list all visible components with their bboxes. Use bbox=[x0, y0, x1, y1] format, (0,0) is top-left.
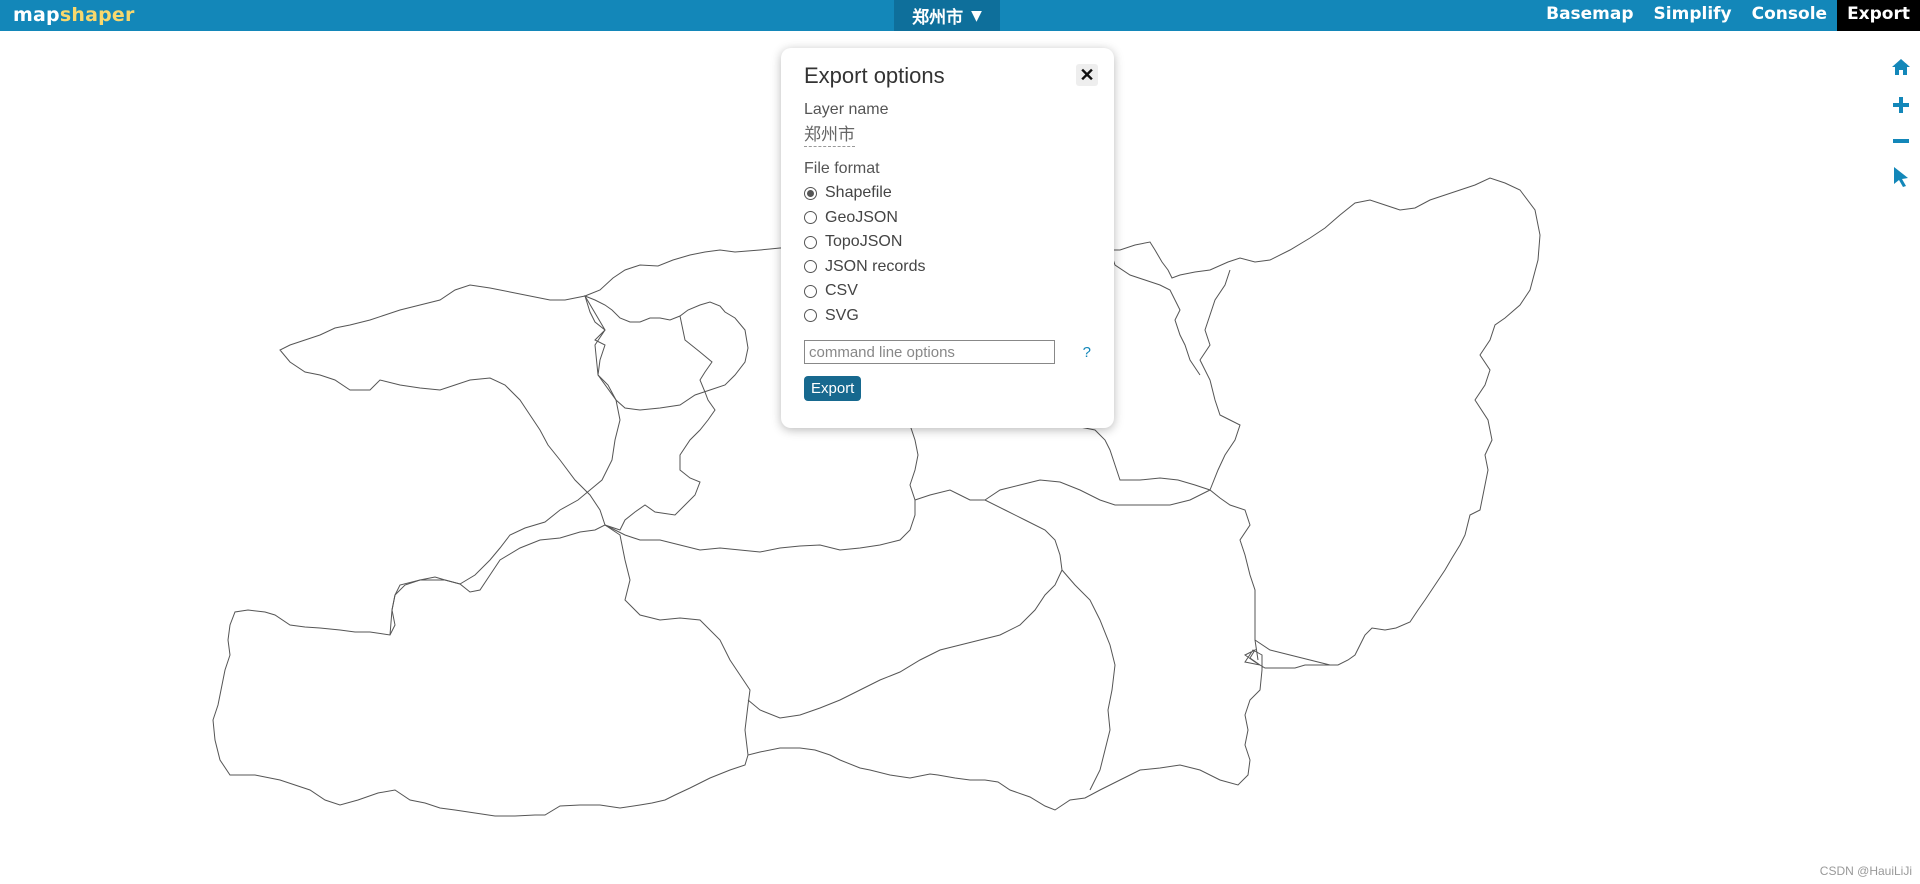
pointer-icon[interactable] bbox=[1890, 166, 1912, 188]
map-region-west bbox=[389, 295, 621, 636]
radio-checked-icon[interactable] bbox=[804, 186, 817, 200]
nav-simplify[interactable]: Simplify bbox=[1644, 0, 1742, 31]
map-border-lower-east bbox=[1254, 639, 1331, 666]
logo-part-shaper: shaper bbox=[59, 4, 135, 26]
format-radio-group: Shapefile GeoJSON TopoJSON JSON records … bbox=[804, 181, 1091, 328]
format-option-geojson[interactable]: GeoJSON bbox=[804, 206, 1091, 231]
map-border-south-center bbox=[747, 489, 1063, 719]
map-border-center bbox=[604, 315, 716, 531]
map-border-middle bbox=[604, 389, 1259, 661]
format-option-csv[interactable]: CSV bbox=[804, 279, 1091, 304]
format-label: JSON records bbox=[825, 257, 926, 275]
dialog-title: Export options bbox=[804, 63, 945, 88]
format-option-json-records[interactable]: JSON records bbox=[804, 255, 1091, 280]
mapshaper-logo[interactable]: mapshaper bbox=[13, 2, 135, 28]
radio-icon[interactable] bbox=[804, 284, 817, 298]
radio-icon[interactable] bbox=[804, 260, 817, 274]
map-region-northwest bbox=[584, 295, 749, 411]
logo-part-map: map bbox=[13, 4, 60, 26]
map-border-southeast bbox=[1061, 569, 1116, 791]
format-label: TopoJSON bbox=[825, 233, 903, 251]
map-border-east-south bbox=[984, 479, 1211, 506]
map-border-north-inner bbox=[1109, 249, 1201, 376]
zoom-in-icon[interactable] bbox=[1890, 94, 1912, 116]
top-bar: mapshaper 郑州市 ▼ Basemap Simplify Console… bbox=[0, 0, 1920, 31]
format-label: GeoJSON bbox=[825, 208, 898, 226]
layer-selector-button[interactable]: 郑州市 ▼ bbox=[894, 0, 1000, 31]
export-button[interactable]: Export bbox=[804, 376, 862, 401]
close-icon[interactable]: ✕ bbox=[1076, 64, 1098, 86]
dropdown-arrow-icon: ▼ bbox=[971, 7, 982, 24]
zoom-out-icon[interactable] bbox=[1890, 130, 1912, 152]
format-label: CSV bbox=[825, 282, 858, 300]
command-line-options-input[interactable] bbox=[804, 340, 1055, 364]
layer-selector-label: 郑州市 bbox=[912, 8, 964, 28]
format-label: Shapefile bbox=[825, 184, 892, 202]
watermark: CSDN @HauiLiJi bbox=[1819, 864, 1912, 878]
format-option-svg[interactable]: SVG bbox=[804, 304, 1091, 329]
layer-name-label: Layer name bbox=[804, 101, 889, 118]
radio-icon[interactable] bbox=[804, 309, 817, 323]
layer-name-field[interactable]: 郑州市 bbox=[804, 124, 855, 147]
nav-export[interactable]: Export bbox=[1837, 0, 1920, 31]
map-region-central-south bbox=[604, 524, 751, 756]
format-label: SVG bbox=[825, 306, 859, 324]
export-options-dialog: Export options ✕ Layer name 郑州市 File for… bbox=[781, 48, 1114, 428]
file-format-label: File format bbox=[804, 160, 880, 177]
main-nav: Basemap Simplify Console Export bbox=[1536, 0, 1920, 31]
format-option-topojson[interactable]: TopoJSON bbox=[804, 230, 1091, 255]
map-border-east bbox=[1199, 269, 1241, 491]
home-icon[interactable] bbox=[1890, 56, 1912, 78]
radio-icon[interactable] bbox=[804, 235, 817, 249]
nav-console[interactable]: Console bbox=[1742, 0, 1837, 31]
command-row: ? bbox=[804, 340, 1091, 364]
radio-icon[interactable] bbox=[804, 211, 817, 225]
help-link[interactable]: ? bbox=[1083, 344, 1091, 361]
nav-basemap[interactable]: Basemap bbox=[1536, 0, 1643, 31]
format-option-shapefile[interactable]: Shapefile bbox=[804, 181, 1091, 206]
